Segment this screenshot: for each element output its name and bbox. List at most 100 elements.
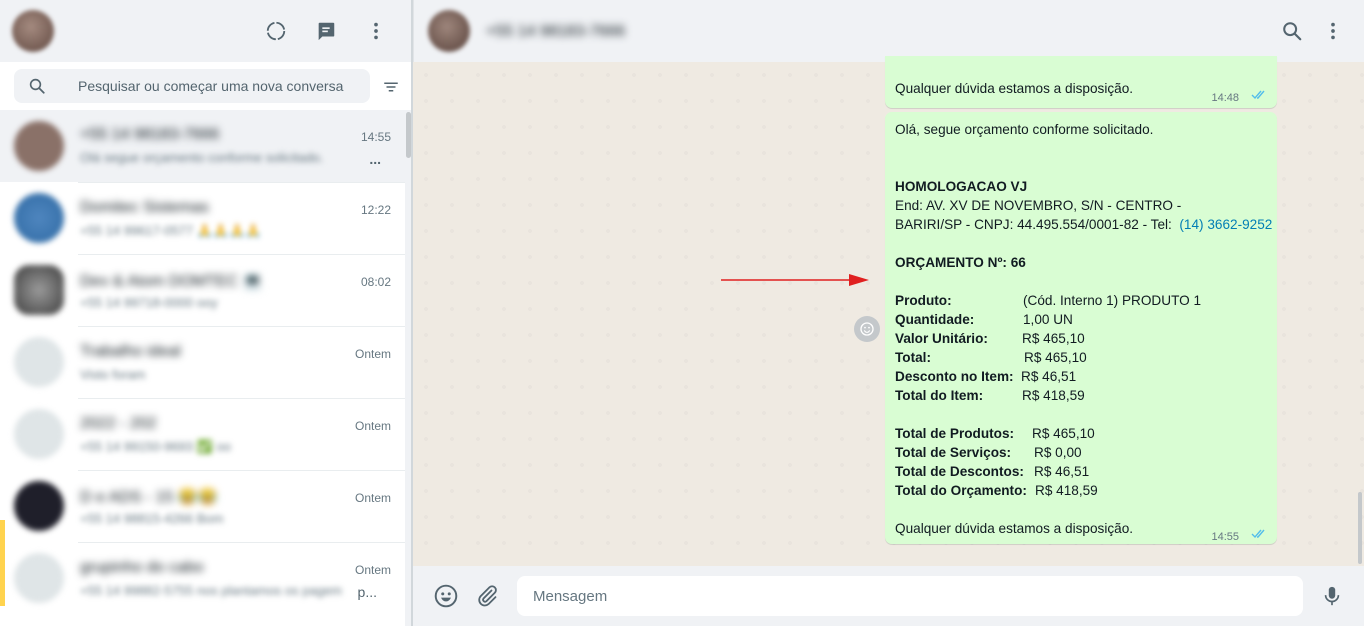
chat-avatar — [14, 553, 64, 603]
search-input[interactable] — [78, 69, 368, 103]
quote-number: ORÇAMENTO Nº: 66 — [895, 255, 1026, 270]
annotation-arrow-icon — [721, 274, 869, 286]
sidebar-header — [0, 0, 411, 62]
chat-time: Ontem — [354, 491, 391, 505]
emoji-icon[interactable] — [432, 582, 460, 610]
chat-ellipsis: ... — [369, 151, 381, 167]
my-avatar[interactable] — [12, 10, 54, 52]
chat-name: Trabalho ideal — [80, 343, 181, 360]
conversation-scrollbar[interactable] — [1358, 492, 1362, 564]
total-label: Total de Produtos: — [895, 426, 1015, 441]
message-time: 14:48 — [1211, 92, 1239, 104]
message-area: Qualquer dúvida estamos a disposição. 14… — [413, 56, 1364, 566]
chat-preview: +55 14 99617-0577 🙏🙏🙏🙏 — [80, 223, 262, 238]
chat-item[interactable]: Trabalho ideal Visto foram Ontem — [0, 326, 405, 398]
read-ticks-icon — [1251, 90, 1265, 100]
chat-body: Domitec Sistemas +55 14 99617-0577 🙏🙏🙏🙏 … — [78, 182, 405, 254]
scrollbar-thumb[interactable] — [406, 112, 411, 158]
composer — [413, 566, 1364, 626]
item-value: R$ 465,10 — [1024, 350, 1087, 365]
chat-item[interactable]: +55 14 98183-7666 Olá segue orçamento co… — [0, 110, 405, 182]
chat-avatar — [14, 337, 64, 387]
chat-item[interactable]: Domitec Sistemas +55 14 99617-0577 🙏🙏🙏🙏 … — [0, 182, 405, 254]
read-ticks-icon — [1251, 529, 1265, 539]
chat-avatar — [14, 409, 64, 459]
chat-avatar — [14, 193, 64, 243]
chat-ellipsis: p... — [357, 584, 377, 600]
item-value: (Cód. Interno 1) PRODUTO 1 — [1023, 293, 1202, 308]
attach-icon[interactable] — [473, 582, 501, 610]
item-value: 1,00 UN — [1023, 312, 1073, 327]
emoji-reaction-button[interactable] — [854, 316, 880, 342]
contact-avatar[interactable] — [428, 10, 470, 52]
chat-name: 2022 - 202 — [80, 415, 157, 432]
chat-preview: Olá segue orçamento conforme solicitado. — [80, 150, 324, 165]
new-chat-icon[interactable] — [312, 17, 340, 45]
message-time: 14:55 — [1211, 531, 1239, 543]
conversation-pane: +55 14 98183-7666 Qualquer dúvida estamo… — [413, 0, 1364, 626]
chat-item[interactable]: D e ADS - 15 😂😂 +55 14 98815-4266 Bom On… — [0, 470, 405, 542]
microphone-icon[interactable] — [1318, 582, 1346, 610]
chat-time: 08:02 — [360, 275, 391, 289]
company-name: HOMOLOGACAO VJ — [895, 179, 1028, 194]
contact-name[interactable]: +55 14 98183-7666 — [486, 23, 625, 41]
chat-preview: +55 14 98815-4266 Bom — [80, 511, 224, 526]
chat-body: Trabalho ideal Visto foram Ontem — [78, 326, 405, 398]
edge-accent — [0, 520, 5, 606]
chat-list-scrollbar[interactable] — [405, 110, 411, 626]
chat-name: D e ADS - 15 😂😂 — [80, 489, 218, 506]
chat-list: +55 14 98183-7666 Olá segue orçamento co… — [0, 110, 405, 626]
item-value: R$ 418,59 — [1022, 388, 1085, 403]
company-address: End: AV. XV DE NOVEMBRO, S/N - CENTRO - — [895, 198, 1182, 213]
chat-preview: +55 14 99882-5755 nos plantamos os pagem — [80, 583, 342, 598]
total-label: Total do Orçamento: — [895, 483, 1027, 498]
chat-sidebar: +55 14 98183-7666 Olá segue orçamento co… — [0, 0, 412, 626]
company-cnpj-text: BARIRI/SP - CNPJ: 44.495.554/0001-82 - T… — [895, 217, 1172, 232]
item-label: Total do Item: — [895, 388, 984, 403]
search-box[interactable] — [14, 69, 370, 103]
item-label: Produto: — [895, 293, 952, 308]
filter-icon[interactable] — [382, 78, 400, 96]
chat-preview: Visto foram — [80, 367, 146, 382]
chat-name: Dev & Atom DOMTEC 💻 — [80, 273, 263, 290]
total-value: R$ 0,00 — [1034, 445, 1082, 460]
status-icon[interactable] — [262, 17, 290, 45]
message-input[interactable] — [517, 576, 1303, 616]
chat-name: +55 14 98183-7666 — [80, 126, 220, 143]
total-value: R$ 465,10 — [1032, 426, 1095, 441]
chat-item[interactable]: grupinho do cabo +55 14 99882-5755 nos p… — [0, 542, 405, 614]
item-value: R$ 46,51 — [1021, 369, 1077, 384]
total-label: Total de Serviços: — [895, 445, 1012, 460]
search-icon[interactable] — [1278, 17, 1306, 45]
item-label: Total: — [895, 350, 931, 365]
smiley-icon — [860, 322, 874, 336]
chat-name: Domitec Sistemas — [80, 199, 209, 216]
message-greeting: Olá, segue orçamento conforme solicitado… — [895, 122, 1154, 137]
chat-preview: +55 14 99718-0000 ooy — [80, 295, 218, 310]
message-bubble[interactable]: Olá, segue orçamento conforme solicitado… — [885, 112, 1277, 544]
phone-link[interactable]: (14) 3662-9252 — [1179, 217, 1272, 232]
chat-avatar — [14, 481, 64, 531]
item-label: Quantidade: — [895, 312, 975, 327]
chat-name: grupinho do cabo — [80, 559, 204, 576]
chat-time: Ontem — [354, 563, 391, 577]
chat-time: Ontem — [354, 347, 391, 361]
chat-body: grupinho do cabo +55 14 99882-5755 nos p… — [78, 542, 405, 614]
chat-item[interactable]: 2022 - 202 +55 14 99150-9693 ✅ oo Ontem — [0, 398, 405, 470]
total-value: R$ 418,59 — [1035, 483, 1098, 498]
search-icon — [29, 78, 45, 94]
item-label: Valor Unitário: — [895, 331, 988, 346]
chat-item[interactable]: Dev & Atom DOMTEC 💻 +55 14 99718-0000 oo… — [0, 254, 405, 326]
message-closing: Qualquer dúvida estamos a disposição. — [895, 521, 1134, 536]
chat-body: 2022 - 202 +55 14 99150-9693 ✅ oo Ontem — [78, 398, 405, 470]
item-value: R$ 465,10 — [1022, 331, 1085, 346]
chat-time: Ontem — [354, 419, 391, 433]
chat-avatar — [14, 265, 64, 315]
menu-icon[interactable] — [1319, 17, 1347, 45]
conversation-header[interactable]: +55 14 98183-7666 — [413, 0, 1364, 62]
message-bubble[interactable]: Qualquer dúvida estamos a disposição. 14… — [885, 56, 1277, 108]
total-value: R$ 46,51 — [1034, 464, 1090, 479]
chat-body: D e ADS - 15 😂😂 +55 14 98815-4266 Bom On… — [78, 470, 405, 542]
menu-icon[interactable] — [362, 17, 390, 45]
company-cnpj: BARIRI/SP - CNPJ: 44.495.554/0001-82 - T… — [895, 215, 1272, 234]
